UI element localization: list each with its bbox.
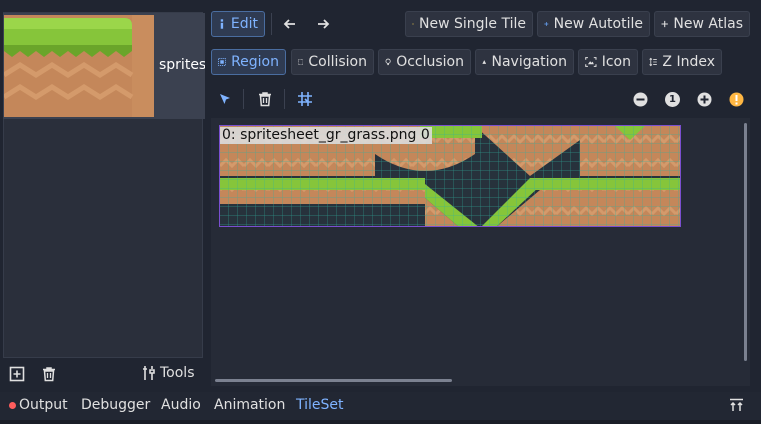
plus-white-icon [661, 20, 668, 28]
navigation-mode-button[interactable]: Navigation [475, 49, 574, 75]
region-icon [218, 58, 226, 66]
info-icon [220, 19, 224, 29]
navigation-icon [482, 60, 487, 64]
add-texture-icon[interactable] [9, 366, 25, 382]
navigation-label: Navigation [491, 54, 567, 70]
vertical-scrollbar[interactable] [744, 123, 747, 361]
toolbar-separator [243, 89, 244, 109]
new-single-tile-label: New Single Tile [419, 16, 526, 32]
window-bottom-edge [0, 420, 761, 424]
delete-icon[interactable] [257, 91, 273, 107]
tab-output-label: Output [19, 397, 68, 413]
tileset-item-label: sprites [159, 57, 205, 73]
zoom-in-icon[interactable] [697, 92, 712, 107]
remove-texture-icon[interactable] [41, 366, 57, 382]
tools-menu-button[interactable]: Tools [142, 365, 195, 381]
tab-output[interactable]: Output [9, 397, 68, 413]
new-autotile-button[interactable]: New Autotile [537, 11, 650, 37]
tab-animation[interactable]: Animation [214, 397, 285, 413]
region-label: Region [231, 54, 279, 70]
collision-mode-button[interactable]: Collision [291, 49, 374, 75]
toolbar-separator [271, 13, 272, 35]
icon-mode-button[interactable]: Icon [578, 49, 638, 75]
collision-label: Collision [308, 54, 367, 70]
region-mode-button[interactable]: Region [211, 49, 286, 75]
new-atlas-label: New Atlas [673, 16, 743, 32]
tileset-list-item[interactable]: sprites [3, 13, 205, 119]
collision-icon [298, 59, 304, 65]
toolbar-separator [284, 89, 285, 109]
tab-tileset[interactable]: TileSet [296, 397, 344, 413]
next-arrow-icon[interactable] [316, 17, 330, 31]
previous-arrow-icon[interactable] [283, 17, 297, 31]
error-indicator-icon [9, 401, 16, 409]
tools-icon [143, 366, 155, 380]
tools-label: Tools [160, 365, 195, 381]
sprite-region-label: 0: spritesheet_gr_grass.png 0 [220, 127, 432, 144]
z-index-mode-button[interactable]: Z Index [642, 49, 722, 75]
z-index-icon [649, 57, 657, 67]
z-index-label: Z Index [662, 54, 715, 70]
new-single-tile-button[interactable]: New Single Tile [405, 11, 533, 37]
tileset-thumbnail [4, 15, 154, 117]
zoom-out-icon[interactable] [633, 92, 648, 107]
expand-panel-icon[interactable] [729, 398, 744, 412]
plus-blue-icon [544, 22, 549, 26]
plus-yellow-icon [412, 23, 414, 25]
select-icon[interactable] [218, 92, 232, 106]
zoom-reset-button[interactable]: 1 [665, 92, 680, 107]
light-bulb-icon [385, 58, 391, 66]
icon-label: Icon [601, 54, 631, 70]
tileset-list-toolbar: Tools [0, 360, 206, 388]
edit-mode-button[interactable]: Edit [211, 11, 265, 37]
bottom-panel-tabs: Output Debugger Audio Animation TileSet [0, 392, 761, 420]
warning-icon[interactable] [729, 92, 744, 107]
image-icon [585, 57, 597, 67]
tab-debugger[interactable]: Debugger [81, 397, 150, 413]
occlusion-mode-button[interactable]: Occlusion [378, 49, 471, 75]
new-autotile-label: New Autotile [553, 16, 643, 32]
horizontal-scrollbar[interactable] [215, 379, 452, 382]
new-atlas-button[interactable]: New Atlas [654, 11, 750, 37]
edit-label: Edit [230, 16, 258, 32]
grid-snap-icon[interactable] [297, 91, 313, 107]
tab-audio[interactable]: Audio [161, 397, 201, 413]
occlusion-label: Occlusion [396, 54, 464, 70]
tileset-viewport[interactable]: 0: spritesheet_gr_grass.png 0 [211, 118, 750, 386]
